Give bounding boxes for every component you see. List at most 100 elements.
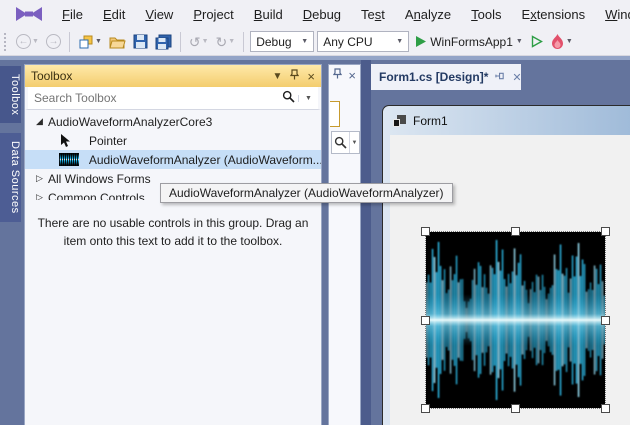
menu-build[interactable]: Build — [244, 3, 293, 26]
standard-toolbar: ←▼ → ▼ ↺▼ ↻▼ Debug▼ Any CPU▼ — [0, 28, 630, 56]
chevron-down-icon: ▼ — [32, 38, 39, 45]
menu-tools[interactable]: Tools — [461, 3, 511, 26]
chevron-expanded-icon[interactable]: ◢ — [33, 116, 46, 127]
search-icon[interactable] — [278, 90, 298, 106]
workspace: Toolbox Data Sources Toolbox ▼ × ▼ ◢Audi… — [0, 56, 630, 425]
chevron-down-icon: ▼ — [202, 38, 209, 45]
flame-icon — [550, 34, 565, 50]
resize-handle-top-right[interactable] — [601, 227, 610, 236]
pane-splitter[interactable] — [361, 60, 371, 425]
toolbox-search-input[interactable] — [28, 91, 278, 105]
undo-button[interactable]: ↺▼ — [187, 33, 211, 51]
mini-tool-window-title-bar: × — [329, 65, 360, 85]
close-icon[interactable]: × — [348, 68, 356, 83]
chevron-down-icon: ▼ — [396, 38, 403, 45]
toolbox-pane: Toolbox ▼ × ▼ ◢AudioWaveformAnalyzerCore… — [24, 64, 322, 425]
resize-handle-middle-right[interactable] — [601, 316, 610, 325]
toolbox-title-bar[interactable]: Toolbox ▼ × — [25, 65, 321, 87]
menu-items: FileEditViewProjectBuildDebugTestAnalyze… — [52, 3, 630, 26]
search-icon — [332, 132, 349, 153]
form-icon — [393, 115, 406, 127]
resize-handle-top-left[interactable] — [421, 227, 430, 236]
resize-handle-middle-left[interactable] — [421, 316, 430, 325]
menu-file[interactable]: File — [52, 3, 93, 26]
search-options-dropdown[interactable]: ▼ — [298, 95, 318, 102]
chevron-collapsed-icon[interactable]: ▷ — [33, 173, 46, 184]
focused-field-fragment[interactable] — [330, 101, 340, 127]
startup-project-label: WinFormsApp1 — [430, 35, 513, 49]
navigate-forward-button[interactable]: → — [44, 32, 63, 51]
mini-tool-window: × ▼ — [328, 64, 361, 425]
solution-platform-combo[interactable]: Any CPU▼ — [317, 31, 409, 52]
start-without-debugging-button[interactable] — [528, 33, 545, 50]
new-project-icon — [78, 34, 94, 50]
sidebar-tab-toolbox[interactable]: Toolbox — [0, 66, 21, 123]
solution-configuration-combo[interactable]: Debug▼ — [250, 31, 314, 52]
save-all-button[interactable] — [153, 32, 174, 52]
menu-project[interactable]: Project — [183, 3, 243, 26]
resize-handle-top-middle[interactable] — [511, 227, 520, 236]
close-icon[interactable]: ✕ — [512, 71, 521, 84]
mini-search-box[interactable]: ▼ — [331, 131, 360, 154]
resize-handle-bottom-right[interactable] — [601, 404, 610, 413]
selected-control-bounds[interactable] — [426, 232, 605, 408]
tool-window-tab-strip: Toolbox Data Sources — [0, 60, 21, 425]
redo-button[interactable]: ↻▼ — [214, 33, 238, 51]
toolbox-empty-group-text: There are no usable controls in this gro… — [37, 214, 309, 250]
menu-test[interactable]: Test — [351, 3, 395, 26]
audio-waveform-control[interactable] — [426, 232, 605, 408]
navigate-back-button[interactable]: ←▼ — [14, 32, 41, 51]
back-arrow-icon: ← — [16, 34, 31, 49]
start-debugging-button[interactable]: WinFormsApp1 ▼ — [412, 33, 525, 51]
menu-extensions[interactable]: Extensions — [512, 3, 596, 26]
document-well: Form1.cs [Design]* ✕ Form1 — [371, 56, 630, 425]
waveform-icon — [59, 153, 83, 166]
toolbox-search-box: ▼ — [25, 87, 321, 110]
toolbar-separator — [69, 32, 70, 52]
hot-reload-button[interactable]: ▼ — [548, 32, 575, 52]
chevron-down-icon: ▼ — [516, 38, 523, 45]
save-icon — [133, 34, 148, 49]
toolbox-item-pointer[interactable]: Pointer — [25, 131, 321, 150]
sidebar-tab-data-sources[interactable]: Data Sources — [0, 133, 21, 222]
pin-icon[interactable] — [333, 68, 342, 82]
toolbar-separator — [180, 32, 181, 52]
menu-window[interactable]: Window — [595, 3, 630, 26]
menu-bar: FileEditViewProjectBuildDebugTestAnalyze… — [0, 0, 630, 28]
close-icon[interactable]: × — [307, 69, 315, 84]
form-title-bar: Form1 — [383, 106, 630, 135]
document-tab-form1-design[interactable]: Form1.cs [Design]* ✕ — [371, 64, 521, 90]
open-folder-icon — [109, 35, 126, 49]
new-project-button[interactable]: ▼ — [76, 32, 104, 52]
chevron-down-icon: ▼ — [301, 38, 308, 45]
undo-icon: ↺ — [189, 35, 201, 49]
chevron-down-icon[interactable]: ▼ — [349, 132, 359, 153]
menu-debug[interactable]: Debug — [293, 3, 351, 26]
pointer-icon — [59, 134, 83, 148]
waveform-image — [426, 232, 605, 408]
chevron-collapsed-icon[interactable]: ▷ — [33, 192, 46, 200]
save-button[interactable] — [131, 32, 150, 51]
open-file-button[interactable] — [107, 33, 128, 51]
chevron-down-icon: ▼ — [566, 38, 573, 45]
menu-edit[interactable]: Edit — [93, 3, 135, 26]
toolbox-item-label: AudioWaveformAnalyzerCore3 — [48, 115, 212, 129]
toolbar-grip[interactable] — [4, 33, 8, 51]
menu-view[interactable]: View — [135, 3, 183, 26]
pin-icon[interactable] — [290, 69, 299, 83]
designer-form[interactable]: Form1 — [382, 105, 630, 425]
resize-handle-bottom-left[interactable] — [421, 404, 430, 413]
menu-analyze[interactable]: Analyze — [395, 3, 461, 26]
form-title: Form1 — [413, 114, 448, 128]
resize-handle-bottom-middle[interactable] — [511, 404, 520, 413]
chevron-down-icon: ▼ — [95, 38, 102, 45]
forward-arrow-icon: → — [46, 34, 61, 49]
pin-icon[interactable] — [495, 71, 505, 84]
toolbox-item-audiowaveformanalyzer-audiowaveform[interactable]: AudioWaveformAnalyzer (AudioWaveform... — [25, 150, 321, 169]
toolbox-item-audiowaveformanalyzercore3[interactable]: ◢AudioWaveformAnalyzerCore3 — [25, 112, 321, 131]
form-client-area[interactable] — [390, 135, 630, 425]
toolbox-item-label: All Windows Forms — [48, 172, 151, 186]
window-position-icon[interactable]: ▼ — [273, 71, 283, 82]
tooltip: AudioWaveformAnalyzer (AudioWaveformAnal… — [160, 183, 453, 203]
toolbox-title: Toolbox — [31, 69, 265, 83]
